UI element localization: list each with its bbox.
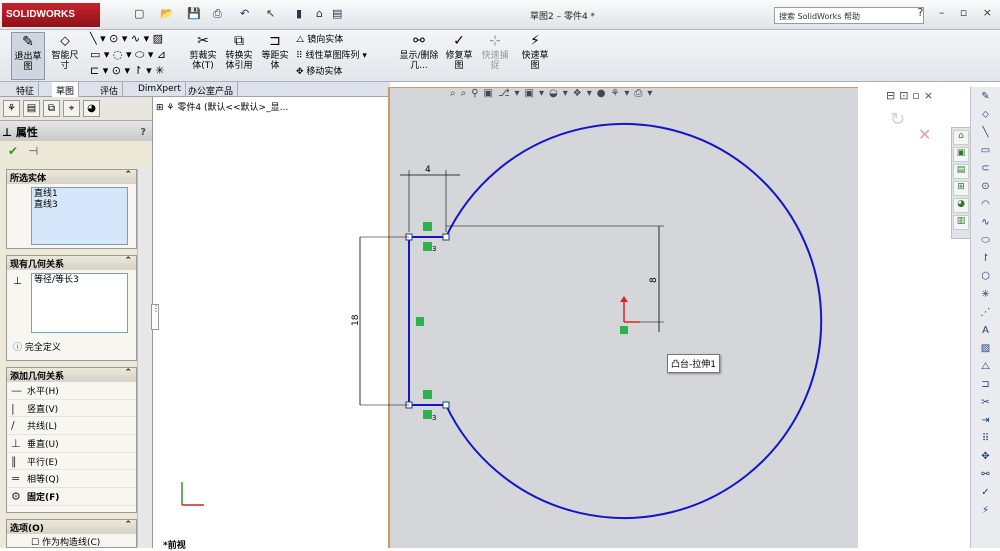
dimension-right-value[interactable]: 8 — [649, 277, 659, 283]
file-explorer-icon[interactable]: ▤ — [953, 164, 969, 179]
ellipse-icon[interactable]: ⬭ — [974, 233, 998, 249]
extend-icon[interactable]: ⇥ — [974, 413, 998, 429]
dimension-top-value[interactable]: 4 — [425, 165, 431, 175]
origin-arrowhead — [620, 296, 628, 302]
plane-icon[interactable]: ▨ — [974, 341, 998, 357]
relations-icon[interactable]: ⚯ — [974, 467, 998, 483]
sketch-arc[interactable] — [445, 123, 823, 519]
relation-count-label: 3 — [432, 414, 436, 422]
view-orientation-label: *前视 — [163, 541, 186, 551]
sketch-icon[interactable]: ✎ — [974, 89, 998, 105]
home-icon[interactable]: ⌂ — [953, 130, 969, 145]
rebuild-preview-icon: ↻ — [890, 109, 906, 130]
design-library-icon[interactable]: ▣ — [953, 147, 969, 162]
spline-icon[interactable]: ∿ — [974, 215, 998, 231]
offset-icon[interactable]: ⊐ — [974, 377, 998, 393]
circle-icon[interactable]: ⊙ — [974, 179, 998, 195]
arc-icon[interactable]: ◠ — [974, 197, 998, 213]
feature-tooltip: 凸台-拉伸1 — [667, 354, 720, 373]
rectangle-icon[interactable]: ▭ — [974, 143, 998, 159]
smart-dimension-icon[interactable]: ⬦ — [974, 107, 998, 123]
sketch-canvas[interactable]: 4 18 8 3 3 — [0, 0, 1000, 548]
vertical-relation-icon[interactable] — [416, 317, 424, 326]
text-icon[interactable]: A — [974, 323, 998, 339]
equal-relation-icon[interactable] — [423, 242, 432, 251]
equal-relation-icon[interactable] — [423, 222, 432, 231]
mirror-icon[interactable]: ⧍ — [974, 359, 998, 375]
pattern-icon[interactable]: ⠿ — [974, 431, 998, 447]
point-icon[interactable]: ✳ — [974, 287, 998, 303]
slot-icon[interactable]: ⊂ — [974, 161, 998, 177]
task-pane-controls[interactable]: ⊟⊡▫× — [886, 89, 937, 102]
line-icon[interactable]: ╲ — [974, 125, 998, 141]
origin-coincident-icon[interactable] — [620, 326, 628, 334]
relation-count-label: 3 — [432, 245, 436, 253]
sketch-endpoint[interactable] — [442, 401, 450, 409]
trim-icon[interactable]: ✂ — [974, 395, 998, 411]
repair-icon[interactable]: ✓ — [974, 485, 998, 501]
equal-relation-icon[interactable] — [423, 410, 432, 419]
equal-relation-icon[interactable] — [423, 390, 432, 399]
rapid-sketch-icon[interactable]: ⚡ — [974, 503, 998, 519]
custom-properties-icon[interactable]: ▥ — [953, 215, 969, 230]
dimension-left-value[interactable]: 18 — [351, 314, 361, 326]
appearances-icon[interactable]: ◕ — [953, 198, 969, 213]
sketch-endpoint[interactable] — [442, 233, 450, 241]
centerline-icon[interactable]: ⋰ — [974, 305, 998, 321]
sketch-tools-toolbar: ✎ ⬦ ╲ ▭ ⊂ ⊙ ◠ ∿ ⬭ ↾ ⬡ ✳ ⋰ A ▨ ⧍ ⊐ ✂ ⇥ ⠿ … — [970, 87, 1000, 548]
view-palette-icon[interactable]: ⊞ — [953, 181, 969, 196]
polygon-icon[interactable]: ⬡ — [974, 269, 998, 285]
cancel-preview-icon: ✕ — [918, 125, 932, 144]
fillet-icon[interactable]: ↾ — [974, 251, 998, 267]
move-icon[interactable]: ✥ — [974, 449, 998, 465]
task-pane-tabs: ⌂ ▣ ▤ ⊞ ◕ ▥ — [951, 127, 971, 239]
